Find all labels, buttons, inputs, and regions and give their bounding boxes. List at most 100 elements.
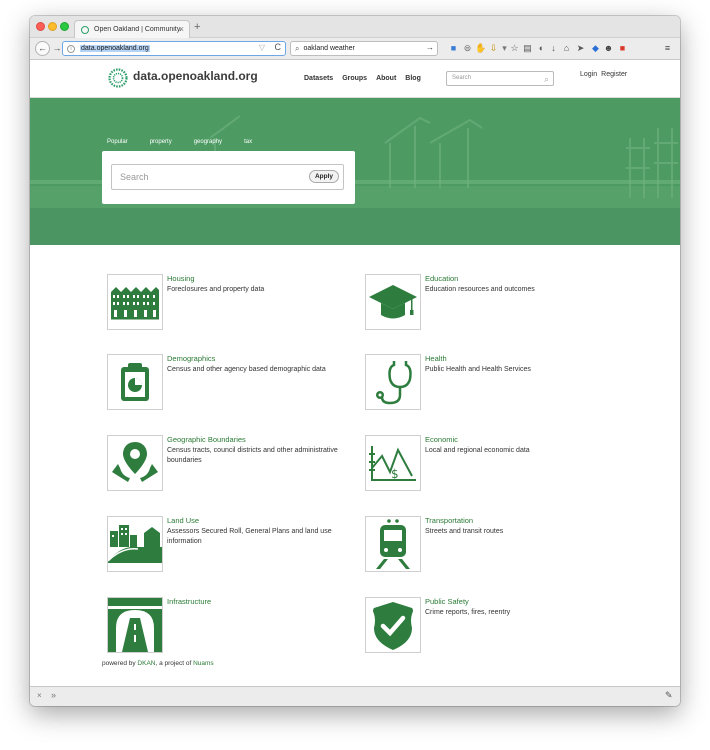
category-description: Education resources and outcomes xyxy=(425,286,535,293)
category-description: Census tracts, council districts and oth… xyxy=(167,447,338,464)
stethoscope-icon[interactable] xyxy=(365,354,421,410)
close-bar-icon[interactable]: × xyxy=(37,691,42,700)
nav-groups[interactable]: Groups xyxy=(342,75,367,82)
search-icon[interactable]: ⌕ xyxy=(544,73,549,86)
tag-geography[interactable]: geography xyxy=(194,139,222,145)
category-description: Foreclosures and property data xyxy=(167,286,265,293)
nav-blog[interactable]: Blog xyxy=(405,75,421,82)
browser-search-value[interactable]: oakland weather xyxy=(303,45,354,52)
user-links: Login Register xyxy=(580,71,627,78)
category-title[interactable]: Demographics xyxy=(167,354,215,363)
window-maximize-button[interactable] xyxy=(60,22,69,31)
url-text[interactable]: data.openoakland.org xyxy=(80,45,150,52)
tag-tax[interactable]: tax xyxy=(244,139,252,145)
send-icon[interactable]: ➤ xyxy=(575,43,586,54)
footer-prefix: powered by xyxy=(102,660,138,667)
graduation-cap-icon[interactable] xyxy=(365,274,421,330)
category-description: Census and other agency based demographi… xyxy=(167,366,326,373)
train-icon[interactable] xyxy=(365,516,421,572)
category-demographics[interactable]: Demographics Census and other agency bas… xyxy=(107,354,357,412)
category-health[interactable]: Health Public Health and Health Services xyxy=(365,354,615,412)
container-icon[interactable]: ■ xyxy=(448,43,459,54)
tag-property[interactable]: property xyxy=(150,139,172,145)
pocket-icon[interactable]: ◖ xyxy=(535,43,546,54)
clipboard-chart-icon[interactable] xyxy=(107,354,163,410)
road-tunnel-icon[interactable] xyxy=(107,597,163,653)
clipboard-icon[interactable]: ▤ xyxy=(522,43,533,54)
category-title[interactable]: Geographic Boundaries xyxy=(167,435,246,444)
search-go-icon[interactable]: → xyxy=(426,43,434,52)
red-extension-icon[interactable]: ■ xyxy=(617,43,628,54)
extension-icon[interactable]: ⊜ xyxy=(462,43,473,54)
favicon-icon xyxy=(81,25,89,34)
site-header: data.openoakland.org Datasets Groups Abo… xyxy=(30,60,680,98)
economic-chart-icon[interactable]: $ xyxy=(365,435,421,491)
downloads-icon[interactable]: ↓ xyxy=(548,43,559,54)
new-tab-button[interactable]: + xyxy=(194,21,200,33)
register-link[interactable]: Register xyxy=(601,71,627,78)
info-icon[interactable]: i xyxy=(67,44,75,53)
back-button[interactable]: ← xyxy=(35,41,50,56)
window-close-button[interactable] xyxy=(36,22,45,31)
menu-icon[interactable]: ≡ xyxy=(662,43,673,54)
logo-icon[interactable] xyxy=(108,68,128,88)
category-housing[interactable]: Housing Foreclosures and property data xyxy=(107,274,357,332)
category-education[interactable]: Education Education resources and outcom… xyxy=(365,274,615,332)
web-page: data.openoakland.org Datasets Groups Abo… xyxy=(30,60,680,686)
bookmark-star-icon[interactable]: ☆ xyxy=(509,43,520,54)
apply-button[interactable]: Apply xyxy=(309,170,339,183)
download-arrow-icon[interactable]: ⇩ xyxy=(488,43,499,54)
category-title[interactable]: Land Use xyxy=(167,516,199,525)
category-title[interactable]: Public Safety xyxy=(425,597,469,606)
site-search-input[interactable]: Search ⌕ xyxy=(446,71,554,86)
land-use-icon[interactable] xyxy=(107,516,163,572)
category-title[interactable]: Economic xyxy=(425,435,458,444)
browser-tab[interactable]: Open Oakland | Community... × xyxy=(74,20,190,38)
svg-text:$: $ xyxy=(391,467,399,481)
home-icon[interactable]: ⌂ xyxy=(561,43,572,54)
tag-popular: Popular xyxy=(107,139,128,145)
tab-close-icon[interactable]: × xyxy=(179,24,184,34)
category-title[interactable]: Health xyxy=(425,354,447,363)
nav-datasets[interactable]: Datasets xyxy=(304,75,333,82)
category-economic[interactable]: $ Economic Local and regional economic d… xyxy=(365,435,615,493)
popular-tags: Popular property geography tax xyxy=(107,139,274,145)
category-title[interactable]: Housing xyxy=(167,274,195,283)
hero-banner: Popular property geography tax Search Ap… xyxy=(30,98,680,245)
category-description: Streets and transit routes xyxy=(425,528,504,535)
login-link[interactable]: Login xyxy=(580,71,597,78)
category-title[interactable]: Transportation xyxy=(425,516,473,525)
site-footer: powered by DKAN, a project of Nuams xyxy=(102,660,214,667)
navigation-toolbar: ← → i data.openoakland.org ▽ C ⌕ oakland… xyxy=(30,38,680,60)
category-geographic-boundaries[interactable]: Geographic Boundaries Census tracts, cou… xyxy=(107,435,357,493)
reload-icon[interactable]: C xyxy=(275,42,282,52)
site-search-placeholder: Search xyxy=(452,75,472,81)
category-title[interactable]: Education xyxy=(425,274,458,283)
more-icon[interactable]: » xyxy=(51,690,56,700)
housing-icon[interactable] xyxy=(107,274,163,330)
hand-icon[interactable]: ✋ xyxy=(475,43,486,54)
drop-icon[interactable]: ◆ xyxy=(590,43,601,54)
window-minimize-button[interactable] xyxy=(48,22,57,31)
nav-about[interactable]: About xyxy=(376,75,396,82)
shield-check-icon[interactable] xyxy=(365,597,421,653)
category-title[interactable]: Infrastructure xyxy=(167,597,211,606)
face-icon[interactable]: ☻ xyxy=(603,43,614,54)
dkan-link[interactable]: DKAN xyxy=(137,660,155,667)
map-pin-icon[interactable] xyxy=(107,435,163,491)
browser-status-bar: × » ✎ xyxy=(30,686,680,706)
title-bar: Open Oakland | Community... × + xyxy=(30,16,680,38)
wrench-icon[interactable]: ✎ xyxy=(665,690,673,701)
category-public-safety[interactable]: Public Safety Crime reports, fires, reen… xyxy=(365,597,615,655)
category-description: Public Health and Health Services xyxy=(425,366,531,373)
url-dropdown-icon[interactable]: ▽ xyxy=(259,43,265,52)
browser-search-bar[interactable]: ⌕ oakland weather → xyxy=(290,41,438,56)
category-transportation[interactable]: Transportation Streets and transit route… xyxy=(365,516,615,574)
site-logo-text[interactable]: data.openoakland.org xyxy=(133,69,258,83)
nuams-link[interactable]: Nuams xyxy=(193,660,214,667)
category-land-use[interactable]: Land Use Assessors Secured Roll, General… xyxy=(107,516,357,574)
category-description: Crime reports, fires, reentry xyxy=(425,609,511,616)
address-bar[interactable]: i data.openoakland.org ▽ C xyxy=(62,41,286,56)
category-infrastructure[interactable]: Infrastructure xyxy=(107,597,357,655)
tab-title: Open Oakland | Community... xyxy=(94,26,182,33)
